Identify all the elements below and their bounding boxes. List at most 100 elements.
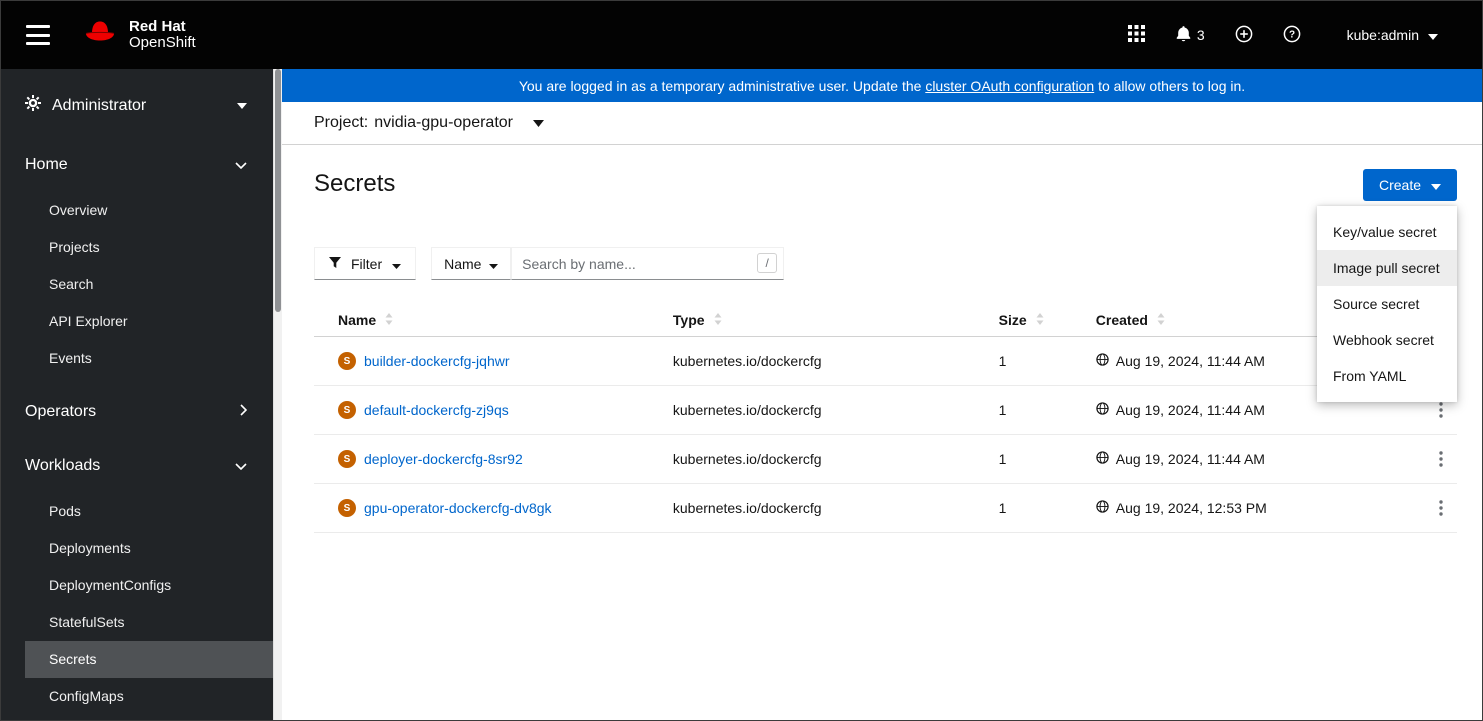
sidebar-item-configmaps[interactable]: ConfigMaps bbox=[25, 678, 273, 715]
sidebar-item-secrets[interactable]: Secrets bbox=[25, 641, 273, 678]
row-kebab-button[interactable] bbox=[1429, 447, 1453, 471]
secret-badge-icon: S bbox=[338, 450, 356, 468]
secret-size: 1 bbox=[982, 483, 1080, 533]
caret-down-icon bbox=[489, 256, 499, 272]
import-yaml-button[interactable] bbox=[1235, 25, 1253, 46]
column-header-type[interactable]: Type bbox=[656, 304, 983, 337]
nav-group-label: Operators bbox=[25, 403, 97, 420]
secret-type: kubernetes.io/dockercfg bbox=[656, 385, 983, 435]
nav-group-label: Home bbox=[25, 156, 68, 173]
plus-circle-icon bbox=[1235, 25, 1253, 46]
masthead: Red Hat OpenShift 3 ? kube:admin bbox=[1, 1, 1482, 69]
globe-icon bbox=[1096, 353, 1109, 369]
table-row: Sdefault-dockercfg-zj9qs kubernetes.io/d… bbox=[314, 385, 1457, 435]
sidebar-item-deployments[interactable]: Deployments bbox=[25, 530, 273, 567]
brand-line1: Red Hat bbox=[129, 18, 186, 35]
user-label: kube:admin bbox=[1346, 27, 1419, 43]
project-selector[interactable]: Project: nvidia-gpu-operator bbox=[282, 102, 1482, 145]
banner-text-suffix: to allow others to log in. bbox=[1094, 77, 1246, 94]
perspective-label: Administrator bbox=[52, 96, 147, 114]
menu-item-webhook-secret[interactable]: Webhook secret bbox=[1317, 322, 1457, 358]
nav-toggle-button[interactable] bbox=[26, 25, 50, 45]
globe-icon bbox=[1096, 402, 1109, 418]
table-header-row: Name Type Size Created bbox=[314, 304, 1457, 337]
help-button[interactable]: ? bbox=[1283, 25, 1301, 46]
secret-link[interactable]: gpu-operator-dockercfg-dv8gk bbox=[364, 500, 552, 516]
secret-badge-icon: S bbox=[338, 352, 356, 370]
question-circle-icon: ? bbox=[1283, 25, 1301, 46]
create-button[interactable]: Create bbox=[1362, 169, 1457, 201]
filter-attribute-select[interactable]: Name bbox=[431, 247, 512, 280]
sidebar-scrollbar[interactable] bbox=[273, 69, 282, 720]
brand-line2: OpenShift bbox=[129, 34, 196, 51]
secrets-table: Name Type Size Created Sbuilder-dockercf… bbox=[314, 304, 1457, 533]
secret-created: Aug 19, 2024, 11:44 AM bbox=[1115, 353, 1265, 369]
sidebar-item-pods[interactable]: Pods bbox=[25, 493, 273, 530]
secret-badge-icon: S bbox=[338, 401, 356, 419]
sidebar-item-search[interactable]: Search bbox=[25, 266, 273, 303]
project-value: nvidia-gpu-operator bbox=[374, 114, 513, 131]
secret-size: 1 bbox=[982, 336, 1080, 386]
globe-icon bbox=[1096, 451, 1109, 467]
chevron-down-icon bbox=[235, 155, 247, 175]
menu-item-source-secret[interactable]: Source secret bbox=[1317, 286, 1457, 322]
table-row: Sbuilder-dockercfg-jqhwr kubernetes.io/d… bbox=[314, 336, 1457, 386]
sort-icon bbox=[1036, 312, 1044, 328]
secret-created: Aug 19, 2024, 11:44 AM bbox=[1115, 402, 1265, 418]
caret-down-icon bbox=[237, 102, 247, 109]
menu-item-key-value-secret[interactable]: Key/value secret bbox=[1317, 214, 1457, 250]
scrollbar-thumb[interactable] bbox=[275, 69, 281, 312]
list-toolbar: Filter Name / bbox=[314, 247, 1457, 280]
secret-link[interactable]: deployer-dockercfg-8sr92 bbox=[364, 451, 523, 467]
nav-group-workloads[interactable]: Workloads bbox=[1, 439, 273, 493]
banner-text-prefix: You are logged in as a temporary adminis… bbox=[518, 77, 926, 94]
chevron-right-icon bbox=[240, 402, 248, 422]
secret-link[interactable]: builder-dockercfg-jqhwr bbox=[364, 353, 510, 369]
red-hat-logo-icon bbox=[80, 19, 120, 52]
sidebar-item-deploymentconfigs[interactable]: DeploymentConfigs bbox=[25, 567, 273, 604]
notifications-button[interactable]: 3 bbox=[1175, 25, 1205, 45]
bell-icon bbox=[1175, 25, 1192, 45]
secret-type: kubernetes.io/dockercfg bbox=[656, 336, 983, 386]
sort-icon bbox=[385, 312, 393, 328]
perspective-switcher[interactable]: Administrator bbox=[1, 69, 273, 138]
secret-created: Aug 19, 2024, 11:44 AM bbox=[1115, 451, 1265, 467]
project-label: Project: bbox=[314, 114, 369, 131]
sidebar-item-overview[interactable]: Overview bbox=[25, 192, 273, 229]
secret-badge-icon: S bbox=[338, 499, 356, 517]
sidebar: Administrator Home Overview Projects Sea… bbox=[1, 69, 273, 720]
nav-group-home[interactable]: Home bbox=[1, 138, 273, 192]
secret-size: 1 bbox=[982, 385, 1080, 435]
page-title: Secrets bbox=[314, 170, 396, 197]
filter-button[interactable]: Filter bbox=[314, 247, 417, 280]
search-input[interactable] bbox=[511, 247, 785, 280]
create-dropdown-menu: Key/value secret Image pull secret Sourc… bbox=[1317, 206, 1457, 402]
app-launcher-button[interactable] bbox=[1127, 25, 1145, 45]
login-notice-banner: You are logged in as a temporary adminis… bbox=[282, 69, 1482, 102]
sidebar-item-api-explorer[interactable]: API Explorer bbox=[25, 303, 273, 340]
menu-item-image-pull-secret[interactable]: Image pull secret bbox=[1317, 250, 1457, 286]
menu-item-from-yaml[interactable]: From YAML bbox=[1317, 358, 1457, 394]
chevron-down-icon bbox=[235, 456, 247, 476]
column-header-name[interactable]: Name bbox=[314, 304, 657, 337]
row-kebab-button[interactable] bbox=[1429, 496, 1453, 520]
column-header-size[interactable]: Size bbox=[982, 304, 1080, 337]
secret-type: kubernetes.io/dockercfg bbox=[656, 434, 983, 484]
table-row: Sgpu-operator-dockercfg-dv8gk kubernetes… bbox=[314, 483, 1457, 533]
caret-down-icon bbox=[1431, 177, 1441, 193]
secret-size: 1 bbox=[982, 434, 1080, 484]
brand-logo: Red Hat OpenShift bbox=[80, 19, 196, 52]
sidebar-item-events[interactable]: Events bbox=[25, 340, 273, 377]
sidebar-item-statefulsets[interactable]: StatefulSets bbox=[25, 604, 273, 641]
sidebar-item-projects[interactable]: Projects bbox=[25, 229, 273, 266]
funnel-icon bbox=[329, 256, 341, 272]
sort-icon bbox=[714, 312, 722, 328]
main-content: You are logged in as a temporary adminis… bbox=[282, 69, 1482, 720]
user-menu-button[interactable]: kube:admin bbox=[1347, 27, 1438, 43]
oauth-configuration-link[interactable]: cluster OAuth configuration bbox=[925, 78, 1094, 94]
secret-link[interactable]: default-dockercfg-zj9qs bbox=[364, 402, 509, 418]
nav-group-operators[interactable]: Operators bbox=[1, 385, 273, 439]
gear-icon bbox=[25, 95, 41, 116]
table-row: Sdeployer-dockercfg-8sr92 kubernetes.io/… bbox=[314, 434, 1457, 484]
caret-down-icon bbox=[1428, 27, 1438, 43]
